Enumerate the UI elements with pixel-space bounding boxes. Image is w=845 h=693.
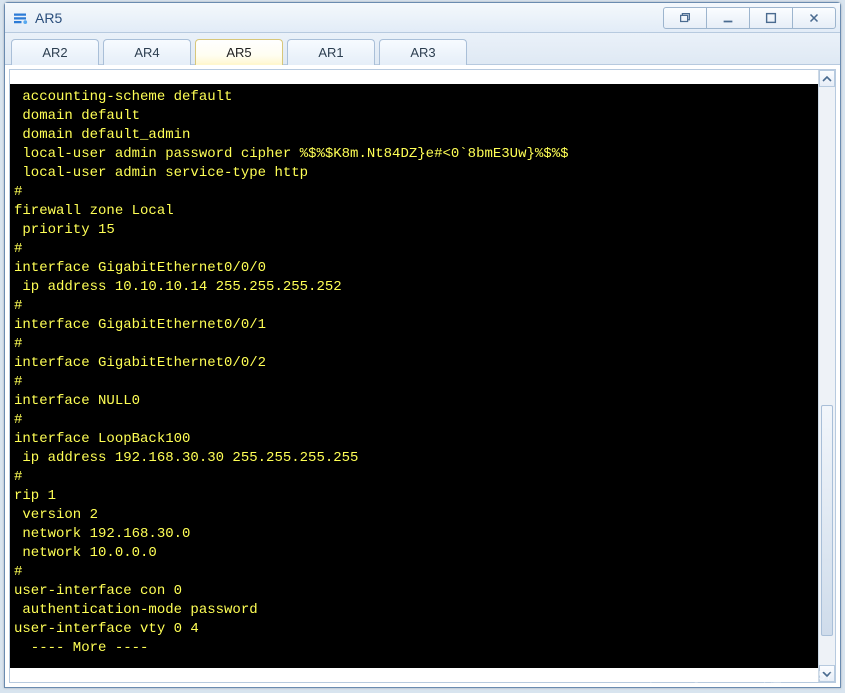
tab-label: AR3 (410, 45, 435, 60)
vertical-scrollbar[interactable] (818, 70, 835, 682)
terminal-output[interactable]: accounting-scheme default domain default… (10, 84, 818, 668)
app-icon (11, 9, 29, 27)
tab-ar2[interactable]: AR2 (11, 39, 99, 65)
scroll-thumb[interactable] (821, 405, 833, 636)
tab-bar: AR2 AR4 AR5 AR1 AR3 (5, 33, 840, 65)
scroll-down-button[interactable] (819, 665, 835, 682)
client-area: accounting-scheme default domain default… (5, 65, 840, 687)
minimize-button[interactable] (706, 7, 750, 29)
scroll-up-button[interactable] (819, 70, 835, 87)
tab-ar5[interactable]: AR5 (195, 39, 283, 65)
scroll-track[interactable] (819, 87, 835, 665)
title-bar: AR5 (5, 3, 840, 33)
tab-label: AR4 (134, 45, 159, 60)
tab-ar3[interactable]: AR3 (379, 39, 467, 65)
window-controls (664, 7, 836, 29)
close-button[interactable] (792, 7, 836, 29)
maximize-button[interactable] (749, 7, 793, 29)
window-title: AR5 (35, 10, 664, 26)
tab-label: AR2 (42, 45, 67, 60)
terminal-container: accounting-scheme default domain default… (9, 69, 836, 683)
restore-secondary-button[interactable] (663, 7, 707, 29)
app-window: AR5 AR2 AR4 AR5 AR1 AR3 accounting-schem… (4, 2, 841, 688)
tab-ar4[interactable]: AR4 (103, 39, 191, 65)
tab-label: AR1 (318, 45, 343, 60)
tab-label: AR5 (226, 45, 251, 60)
tab-ar1[interactable]: AR1 (287, 39, 375, 65)
